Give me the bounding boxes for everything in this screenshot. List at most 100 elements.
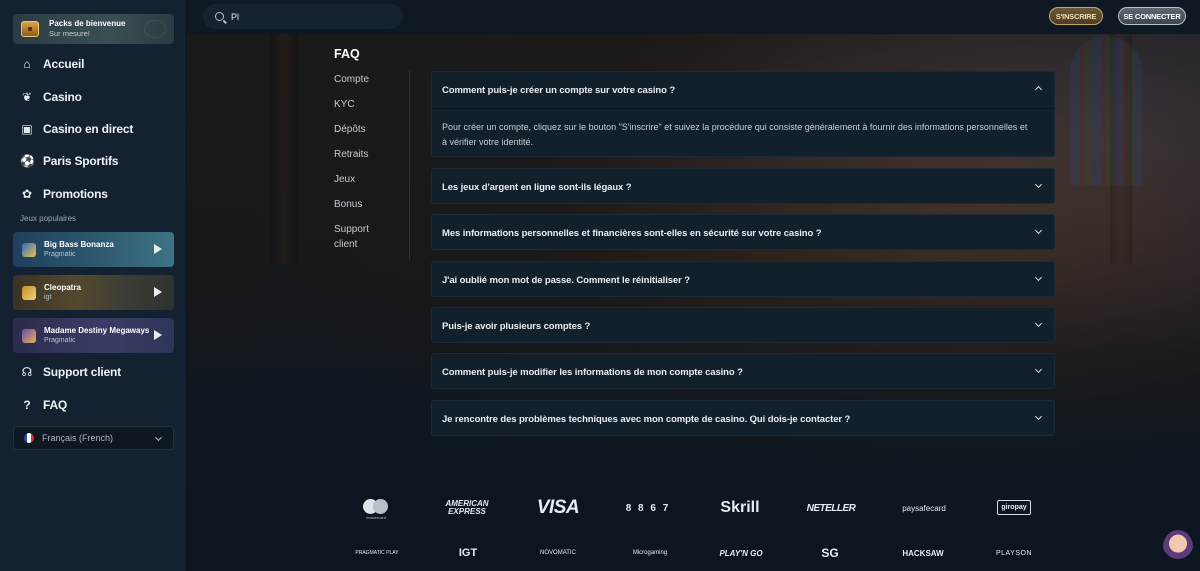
stained-glass-window bbox=[1070, 36, 1142, 186]
bank-logo: 8 8 6 7 bbox=[625, 502, 671, 514]
game-provider: igt bbox=[44, 293, 52, 301]
divider bbox=[409, 70, 410, 260]
cherries-icon: ❦ bbox=[21, 90, 33, 104]
faq-question[interactable]: J'ai oublié mon mot de passe. Comment le… bbox=[442, 275, 690, 286]
chevron-down-icon[interactable] bbox=[1034, 226, 1043, 235]
faq-category-label: KYC bbox=[334, 99, 355, 110]
search-input[interactable] bbox=[231, 11, 381, 22]
faq-item[interactable]: Comment puis-je modifier les information… bbox=[431, 353, 1055, 389]
chevron-down-icon[interactable] bbox=[1034, 319, 1043, 328]
game-name: Cleopatra bbox=[44, 282, 81, 292]
game-name: Madame Destiny Megaways bbox=[44, 325, 150, 335]
sidebar-item-casino-en-direct[interactable]: ▣ Casino en direct bbox=[20, 122, 180, 136]
faq-item[interactable]: Mes informations personnelles et financi… bbox=[431, 214, 1055, 250]
faq-category-label: Jeux bbox=[334, 174, 356, 185]
faq-question[interactable]: Comment puis-je modifier les information… bbox=[442, 367, 743, 378]
game-provider: Pragmatic bbox=[44, 250, 76, 258]
sg-logo: SG bbox=[821, 546, 839, 560]
sidebar-item-label: Accueil bbox=[43, 57, 85, 71]
register-button[interactable]: S'INSCRIRE bbox=[1049, 7, 1103, 25]
home-icon: ⌂ bbox=[23, 57, 31, 71]
play-icon[interactable] bbox=[154, 244, 162, 254]
sidebar-item-casino[interactable]: ❦ Casino bbox=[20, 90, 180, 104]
game-card-madame-destiny-megaways[interactable]: Madame Destiny Megaways Pragmatic bbox=[13, 318, 174, 353]
sidebar-item-label: Paris Sportifs bbox=[43, 154, 119, 168]
game-card-cleopatra[interactable]: Cleopatra igt bbox=[13, 275, 174, 310]
hacksaw-logo: HACKSAW bbox=[902, 548, 944, 558]
playngo-logo: PLAY'N GO bbox=[719, 548, 763, 558]
skrill-logo: Skrill bbox=[720, 499, 760, 516]
play-icon[interactable] bbox=[154, 287, 162, 297]
faq-category-depots[interactable]: Dépôts bbox=[334, 122, 394, 137]
playson-logo: PLAYSON bbox=[995, 549, 1033, 557]
sidebar-item-paris-sportifs[interactable]: ⚽ Paris Sportifs bbox=[20, 154, 180, 168]
game-name: Big Bass Bonanza bbox=[44, 239, 114, 249]
sidebar-item-accueil[interactable]: ⌂ Accueil bbox=[20, 57, 180, 71]
promo-title: Packs de bienvenue bbox=[49, 19, 126, 28]
popular-games-label: Jeux populaires bbox=[20, 214, 77, 223]
faq-category-support-client[interactable]: Support client bbox=[334, 222, 394, 252]
sidebar-item-promotions[interactable]: ✿ Promotions bbox=[20, 187, 180, 201]
giropay-logo: giropay bbox=[997, 500, 1031, 515]
faq-item[interactable]: Les jeux d'argent en ligne sont-ils léga… bbox=[431, 168, 1055, 204]
gift-icon: ✿ bbox=[21, 187, 33, 201]
faq-category-label: Compte bbox=[334, 74, 370, 85]
chevron-down-icon[interactable] bbox=[1034, 412, 1043, 421]
game-thumbnail bbox=[22, 242, 36, 257]
faq-question[interactable]: Puis-je avoir plusieurs comptes ? bbox=[442, 321, 590, 332]
game-thumbnail bbox=[22, 285, 36, 300]
faq-category-jeux[interactable]: Jeux bbox=[334, 172, 394, 187]
visa-logo: VISA bbox=[536, 497, 580, 518]
chevron-down-icon[interactable] bbox=[1034, 273, 1043, 282]
faq-item-expanded[interactable]: Comment puis-je créer un compte sur votr… bbox=[431, 71, 1055, 157]
chevron-up-icon[interactable] bbox=[1034, 85, 1043, 94]
soccer-ball-icon: ⚽ bbox=[20, 154, 35, 168]
faq-category-label: Bonus bbox=[334, 199, 363, 210]
faq-item[interactable]: J'ai oublié mon mot de passe. Comment le… bbox=[431, 261, 1055, 297]
chevron-down-icon bbox=[154, 433, 163, 442]
search-bar[interactable] bbox=[203, 4, 403, 29]
sidebar-item-label: Support client bbox=[43, 365, 121, 379]
divider bbox=[432, 108, 1054, 109]
faq-category-kyc[interactable]: KYC bbox=[334, 97, 394, 112]
promo-decoration bbox=[144, 20, 166, 38]
sidebar-item-faq[interactable]: ? FAQ bbox=[20, 398, 180, 412]
novomatic-logo: NOVOMATIC bbox=[540, 550, 576, 556]
faq-category-compte[interactable]: Compte bbox=[334, 72, 394, 87]
chevron-down-icon[interactable] bbox=[1034, 180, 1043, 189]
pragmatic-logo: PRAGMATIC PLAY bbox=[355, 550, 399, 556]
faq-question[interactable]: Les jeux d'argent en ligne sont-ils léga… bbox=[442, 182, 632, 193]
play-icon[interactable] bbox=[154, 330, 162, 340]
neteller-logo: NETELLER bbox=[806, 502, 856, 514]
faq-answer: Pour créer un compte, cliquez sur le bou… bbox=[442, 122, 1028, 147]
top-header: S'INSCRIRE SE CONNECTER bbox=[187, 0, 1200, 34]
game-thumbnail bbox=[22, 328, 36, 343]
cards-icon: ▣ bbox=[21, 122, 33, 136]
promo-subtitle: Sur mesure! bbox=[49, 29, 90, 38]
sidebar-item-label: FAQ bbox=[43, 398, 68, 412]
faq-category-bonus[interactable]: Bonus bbox=[334, 197, 394, 212]
sidebar-item-label: Casino bbox=[43, 90, 82, 104]
mastercard-logo: mastercard bbox=[355, 496, 397, 522]
treasure-chest-icon bbox=[21, 21, 39, 37]
faq-category-retraits[interactable]: Retraits bbox=[334, 147, 394, 162]
support-avatar-icon[interactable] bbox=[1163, 530, 1193, 564]
faq-question[interactable]: Mes informations personnelles et financi… bbox=[442, 228, 822, 239]
login-button[interactable]: SE CONNECTER bbox=[1118, 7, 1186, 25]
game-card-big-bass-bonanza[interactable]: Big Bass Bonanza Pragmatic bbox=[13, 232, 174, 267]
faq-question[interactable]: Comment puis-je créer un compte sur votr… bbox=[442, 85, 675, 96]
faq-item[interactable]: Je rencontre des problèmes techniques av… bbox=[431, 400, 1055, 436]
search-icon bbox=[215, 12, 224, 21]
language-selector[interactable]: Français (French) bbox=[13, 426, 174, 450]
faq-category-label: Support client bbox=[334, 224, 370, 250]
faq-question[interactable]: Je rencontre des problèmes techniques av… bbox=[442, 414, 850, 425]
sidebar-item-support-client[interactable]: ☊ Support client bbox=[20, 365, 180, 379]
chevron-down-icon[interactable] bbox=[1034, 365, 1043, 374]
faq-category-label: Dépôts bbox=[334, 124, 366, 135]
welcome-pack-banner[interactable]: Packs de bienvenue Sur mesure! bbox=[13, 14, 174, 44]
france-flag-icon bbox=[24, 433, 34, 443]
faq-title: FAQ bbox=[334, 47, 360, 61]
headset-icon: ☊ bbox=[21, 365, 33, 379]
language-label: Français (French) bbox=[42, 433, 114, 443]
faq-item[interactable]: Puis-je avoir plusieurs comptes ? bbox=[431, 307, 1055, 343]
